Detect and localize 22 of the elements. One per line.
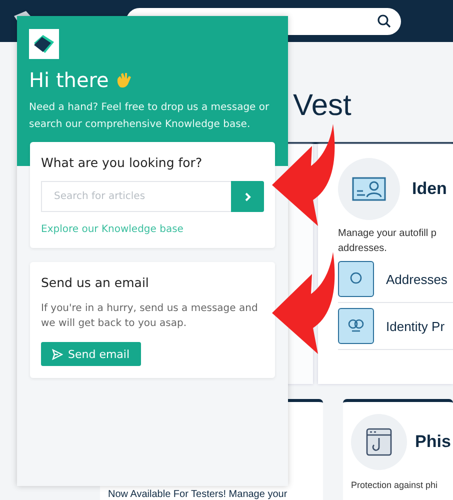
card-title: What are you looking for? (41, 155, 204, 170)
feature-label[interactable]: Addresses (386, 272, 448, 286)
hook-icon (366, 428, 392, 456)
waving-hand-icon (114, 71, 133, 89)
feature-icon[interactable] (338, 308, 374, 344)
id-card-icon (352, 177, 386, 201)
intro-text: Need a hand? Feel free to drop us a message or search our comprehensive Knowledge base. (29, 101, 270, 132)
card-text: Now Available For Testers! Manage your (108, 489, 288, 500)
greeting-title: Hi there (29, 67, 109, 93)
chevron-right-icon (242, 192, 252, 202)
page-heading: Vest (293, 89, 352, 122)
search-icon[interactable] (377, 14, 391, 28)
feature-label[interactable]: Identity Pr (386, 318, 445, 334)
send-icon (52, 348, 63, 360)
feature-icon[interactable] (338, 261, 374, 297)
card-description: Manage your autofill p addresses. (338, 227, 438, 256)
card-text: If you're in a hurry, send us a message and we will get back to you asap. (41, 302, 259, 331)
card-title: Iden (412, 179, 447, 199)
article-search-field[interactable]: Search for articles (41, 181, 231, 212)
card-title: Send us an email (41, 275, 150, 290)
card-title: Phis (415, 432, 451, 452)
card-description: Protection against phi (351, 479, 439, 492)
